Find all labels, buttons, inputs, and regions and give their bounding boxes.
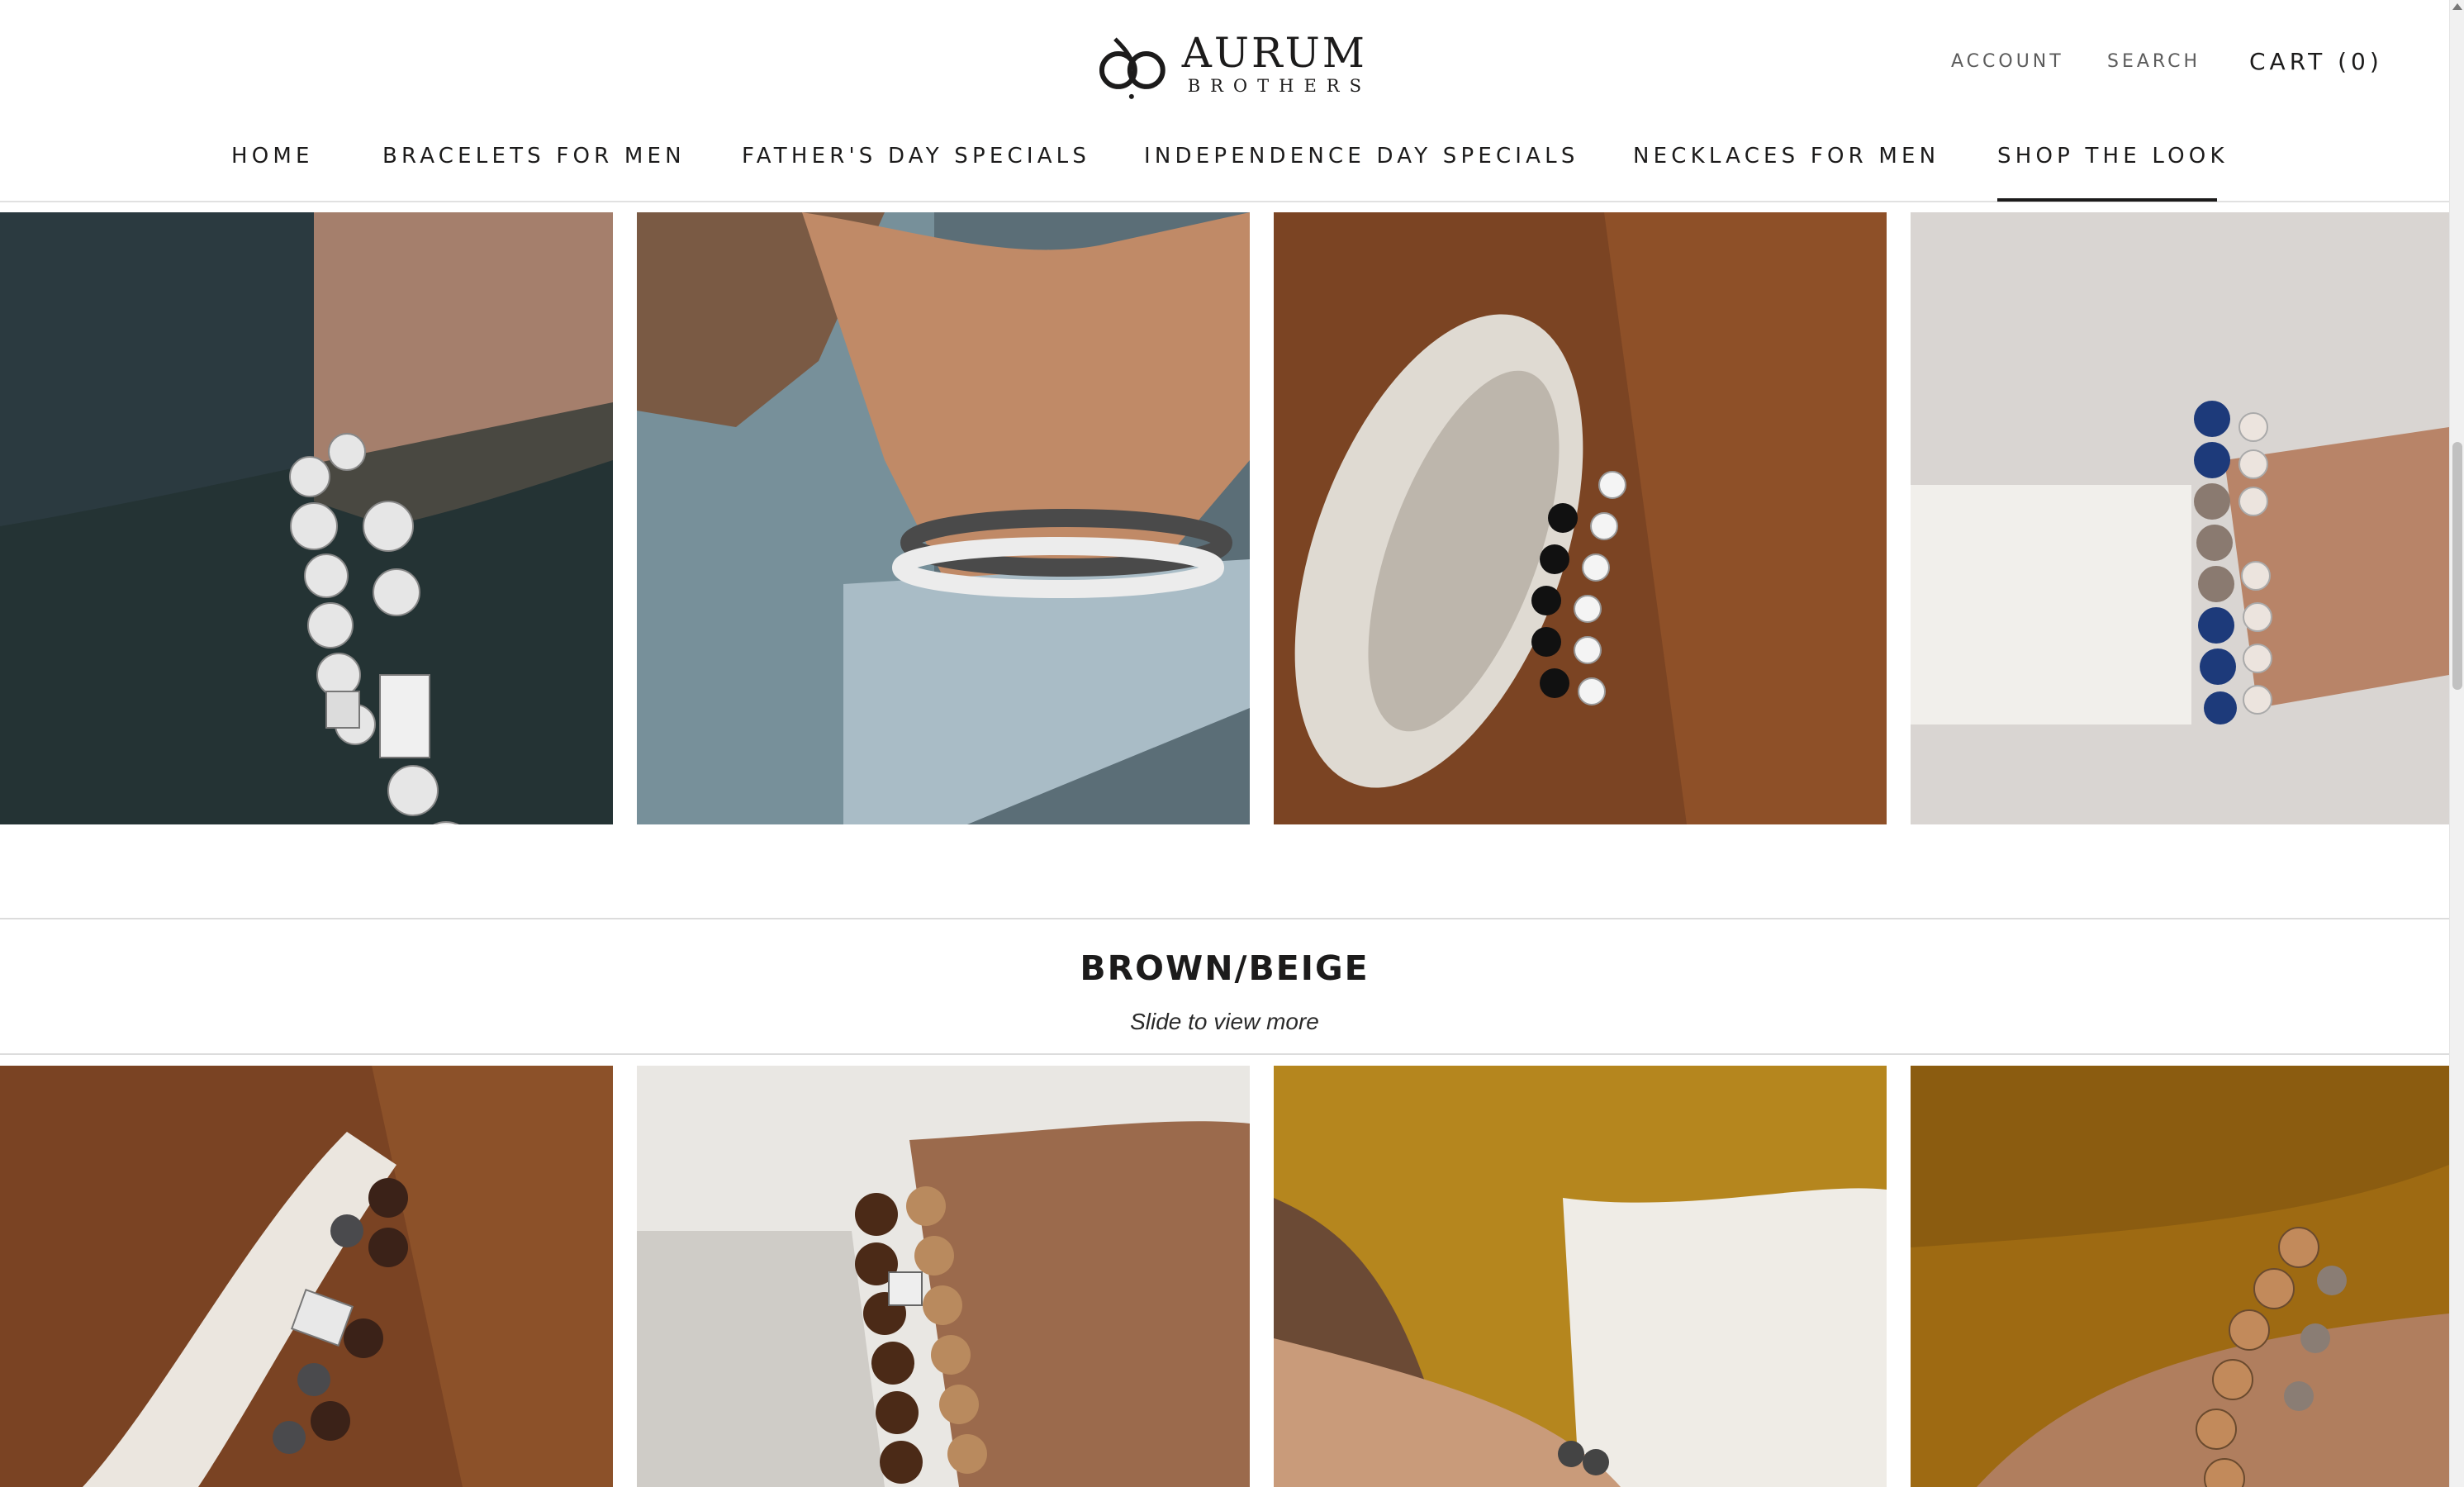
- bracelet-photo-image: [637, 1066, 1250, 1487]
- bracelet-photo-image: [637, 212, 1250, 824]
- look-section-header: BROWN/BEIGE Slide to view more: [0, 918, 2449, 1055]
- look-photo[interactable]: [1911, 1066, 2449, 1487]
- cart-link[interactable]: CART (0): [2249, 48, 2383, 75]
- scrollbar-thumb[interactable]: [2452, 442, 2462, 690]
- bracelet-photo-image: [1911, 212, 2449, 824]
- bracelet-photo-image: [0, 212, 613, 824]
- section-title: BROWN/BEIGE: [1080, 948, 1370, 988]
- brand-subname: BROTHERS: [1187, 76, 1371, 96]
- page-scrollbar[interactable]: [2449, 0, 2464, 1487]
- section-subtitle: Slide to view more: [1130, 1009, 1319, 1034]
- bracelet-photo-image: [0, 1066, 613, 1487]
- bracelet-photo-image: [1274, 1066, 1887, 1487]
- search-link[interactable]: SEARCH: [2107, 51, 2201, 72]
- nav-item-shop-the-look[interactable]: SHOP THE LOOK: [1997, 144, 2229, 169]
- look-photo[interactable]: [1274, 212, 1887, 824]
- nav-item-necklaces-for-men[interactable]: NECKLACES FOR MEN: [1633, 144, 1939, 169]
- brand-name: AURUM: [1181, 29, 1367, 77]
- site-header: AURUM BROTHERS ACCOUNT SEARCH CART (0) H…: [0, 0, 2449, 202]
- look-photo[interactable]: [637, 212, 1250, 824]
- infinity-logo-icon: [1099, 37, 1166, 99]
- look-photo[interactable]: [0, 1066, 613, 1487]
- nav-item-home[interactable]: HOME: [231, 144, 314, 169]
- look-photo[interactable]: [1274, 1066, 1887, 1487]
- scroll-up-arrow-icon[interactable]: [2452, 3, 2462, 10]
- active-nav-indicator: [1997, 198, 2217, 202]
- brand-logo[interactable]: AURUM BROTHERS: [1090, 18, 1371, 109]
- look-photo[interactable]: [0, 212, 613, 824]
- bracelet-photo-image: [1911, 1066, 2449, 1487]
- look-photo[interactable]: [637, 1066, 1250, 1487]
- nav-item-fathers-day-specials[interactable]: FATHER'S DAY SPECIALS: [742, 144, 1090, 169]
- nav-item-independence-day-specials[interactable]: INDEPENDENCE DAY SPECIALS: [1144, 144, 1579, 169]
- nav-item-bracelets-for-men[interactable]: BRACELETS FOR MEN: [382, 144, 686, 169]
- bracelet-photo-image: [1274, 212, 1887, 824]
- account-link[interactable]: ACCOUNT: [1951, 51, 2064, 72]
- brand-wordmark: AURUM BROTHERS: [1178, 31, 1371, 97]
- look-photo[interactable]: [1911, 212, 2449, 824]
- main-nav: HOME BRACELETS FOR MEN FATHER'S DAY SPEC…: [0, 139, 2449, 203]
